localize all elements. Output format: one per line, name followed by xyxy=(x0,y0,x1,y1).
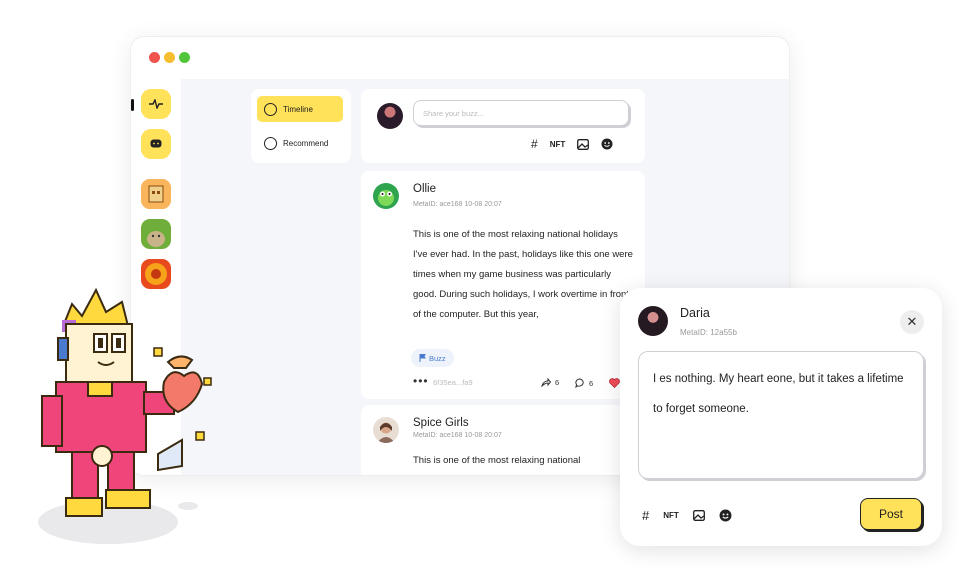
buzz-tag[interactable]: Buzz xyxy=(411,349,454,367)
popup-textarea[interactable]: I es nothing. My heart eone, but it take… xyxy=(638,351,924,479)
like-button[interactable] xyxy=(609,378,620,388)
chat-icon xyxy=(150,139,162,148)
tab-recommend[interactable]: Recommend xyxy=(257,130,343,156)
image-icon[interactable] xyxy=(577,138,590,150)
buzz-composer: Share your buzz... # NFT xyxy=(361,89,645,163)
close-button[interactable]: ✕ xyxy=(900,310,924,334)
sidebar-avatar-flower[interactable] xyxy=(141,259,171,289)
activity-icon xyxy=(149,99,163,109)
buzz-tag-label: Buzz xyxy=(429,353,446,363)
reply-composer-popup: Daria MetaID: 12a55b ✕ I es nothing. My … xyxy=(620,288,942,546)
frog-avatar-icon xyxy=(373,183,399,209)
target-icon xyxy=(264,136,277,150)
tab-recommend-label: Recommend xyxy=(283,138,329,148)
post-avatar[interactable] xyxy=(373,183,399,209)
stage: Timeline Recommend Share your buzz... # … xyxy=(0,0,959,581)
post-button[interactable]: Post xyxy=(860,498,922,530)
tab-timeline[interactable]: Timeline xyxy=(257,96,343,122)
flower-avatar-icon xyxy=(141,259,171,289)
pixel-mascot xyxy=(38,287,212,544)
hashtag-button[interactable]: # xyxy=(642,508,649,523)
title-bar xyxy=(131,37,789,79)
emoji-icon[interactable] xyxy=(719,509,732,522)
flag-icon xyxy=(419,354,426,362)
popup-user-meta: MetaID: 12a55b xyxy=(680,328,737,337)
share-icon xyxy=(541,378,551,387)
emoji-icon[interactable] xyxy=(601,138,613,150)
sidebar-avatar-cat[interactable] xyxy=(141,219,171,249)
post-meta: MetaID: ace168 10-08 20:07 xyxy=(413,432,502,439)
post-meta: MetaID: ace168 10-08 20:07 xyxy=(413,201,502,208)
more-icon[interactable]: ••• xyxy=(413,374,429,388)
cat-avatar-icon xyxy=(141,219,171,249)
popup-toolbar: # NFT xyxy=(642,508,732,523)
hashtag-button[interactable]: # xyxy=(531,137,538,151)
comment-count: 6 xyxy=(589,378,594,388)
popup-user-name: Daria xyxy=(680,306,710,320)
feed-tabs: Timeline Recommend xyxy=(251,89,351,163)
post-card: Spice Girls MetaID: ace168 10-08 20:07 T… xyxy=(361,405,645,475)
tab-timeline-label: Timeline xyxy=(283,104,313,114)
repost-button[interactable]: 6 xyxy=(541,378,559,387)
popup-user-avatar xyxy=(638,306,668,336)
window-close-button[interactable] xyxy=(149,52,160,63)
image-icon[interactable] xyxy=(692,510,705,521)
composer-toolbar: # NFT xyxy=(531,137,613,151)
post-body: This is one of the most relaxing nationa… xyxy=(413,229,633,320)
sidebar-avatar-box[interactable] xyxy=(141,179,171,209)
nft-button[interactable]: NFT xyxy=(550,140,566,149)
box-avatar-icon xyxy=(141,179,171,209)
heart-icon xyxy=(609,378,620,388)
clock-icon xyxy=(264,102,277,116)
post-author[interactable]: Ollie xyxy=(413,183,436,195)
post-avatar[interactable] xyxy=(373,417,399,443)
sidebar-item-chat[interactable] xyxy=(141,129,171,159)
current-user-avatar xyxy=(377,103,403,129)
post-body: This is one of the most relaxing nationa… xyxy=(413,455,581,466)
sidebar-active-indicator xyxy=(131,99,134,111)
close-icon: ✕ xyxy=(906,314,918,329)
window-minimize-button[interactable] xyxy=(164,52,175,63)
tx-hash[interactable]: 6f35ea...fa9 xyxy=(433,378,473,387)
buzz-input[interactable]: Share your buzz... xyxy=(413,100,629,126)
post-card: Ollie MetaID: ace168 10-08 20:07 This is… xyxy=(361,171,645,399)
person-avatar-icon xyxy=(373,417,399,443)
sidebar-item-activity[interactable] xyxy=(141,89,171,119)
window-maximize-button[interactable] xyxy=(179,52,190,63)
repost-count: 6 xyxy=(555,378,560,387)
comment-icon xyxy=(575,378,584,388)
nft-button[interactable]: NFT xyxy=(663,511,679,520)
post-author[interactable]: Spice Girls xyxy=(413,417,469,429)
comment-button[interactable]: 6 xyxy=(575,378,593,388)
